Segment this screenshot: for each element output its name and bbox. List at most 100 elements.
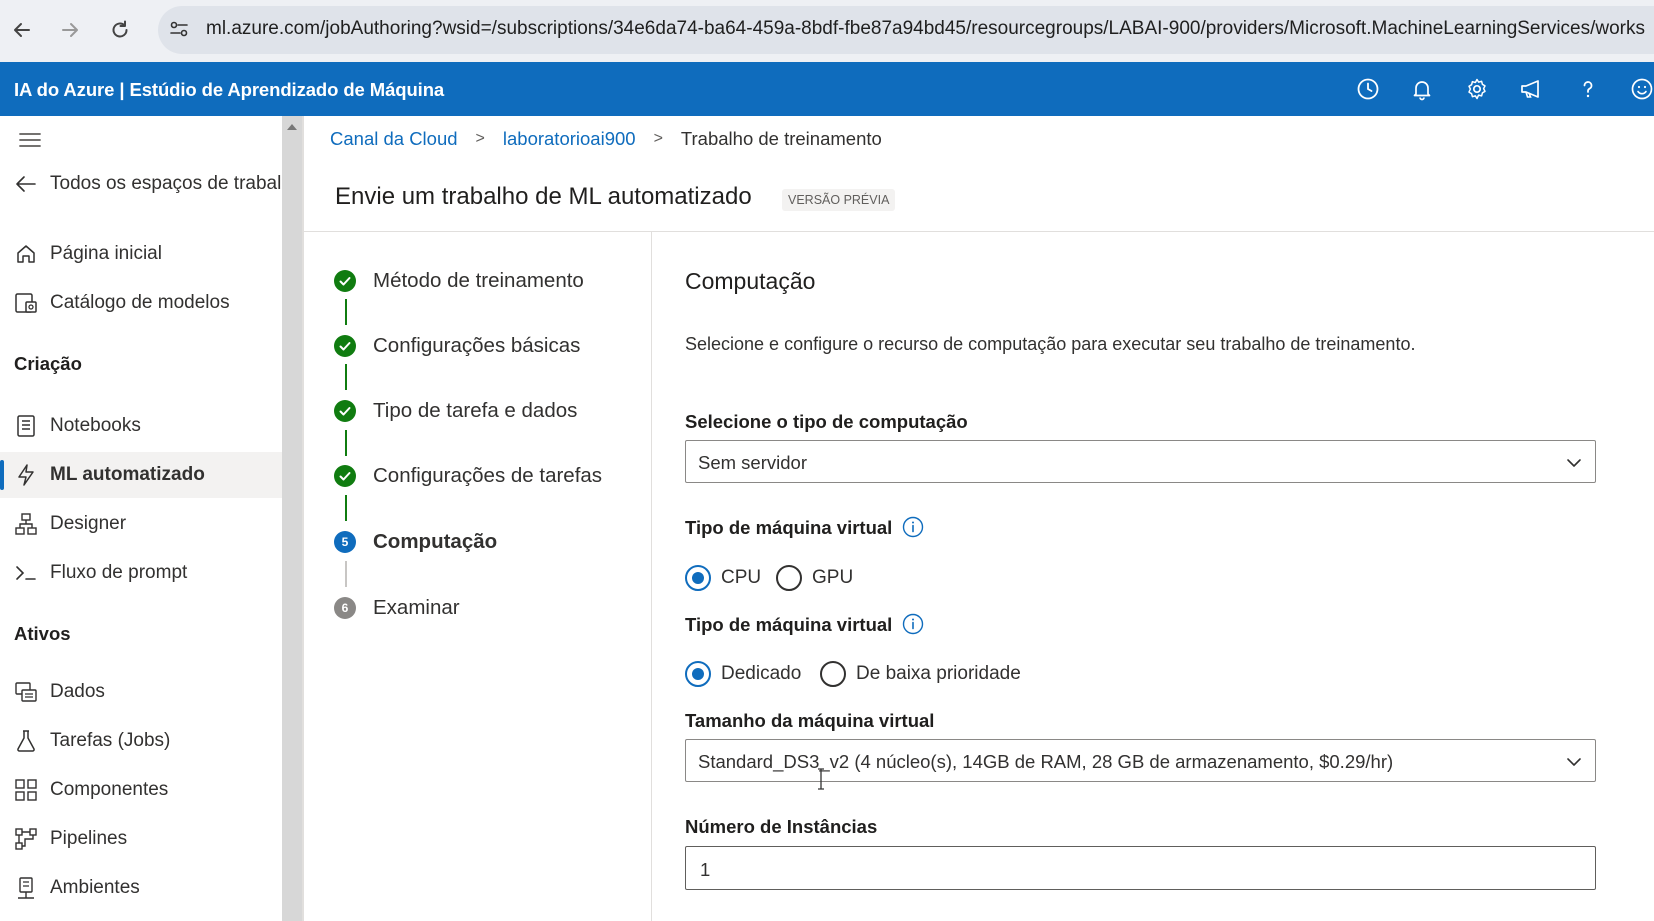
left-nav: Todos os espaços de trabal Página inicia… — [0, 116, 282, 921]
radio-unselected-icon[interactable] — [820, 661, 846, 687]
sidebar-item-notebooks[interactable]: Notebooks — [0, 403, 282, 449]
vm-size-label: Tamanho da máquina virtual — [685, 710, 935, 731]
sidebar-item-pipelines[interactable]: Pipelines — [0, 816, 282, 862]
sidebar-item-home[interactable]: Página inicial — [0, 231, 282, 277]
sidebar-item-components[interactable]: Componentes — [0, 767, 282, 813]
step-connector — [345, 299, 347, 325]
compute-type-label: Selecione o tipo de computação — [685, 411, 968, 432]
radio-selected-icon[interactable] — [685, 565, 711, 591]
environment-icon — [14, 876, 38, 900]
step-label: Configurações básicas — [373, 334, 581, 357]
input-value: 1 — [700, 859, 711, 880]
hamburger-menu-icon[interactable] — [18, 130, 42, 155]
instances-label: Número de Instâncias — [685, 816, 878, 837]
designer-icon — [14, 512, 38, 536]
sidebar-scrollbar[interactable] — [282, 116, 302, 921]
data-icon — [14, 680, 38, 704]
megaphone-icon[interactable] — [1518, 75, 1546, 103]
sidebar-item-label: Dados — [50, 681, 105, 702]
checkmark-icon — [334, 465, 356, 487]
app-header: IA do Azure | Estúdio de Aprendizado de … — [0, 62, 1654, 116]
help-icon[interactable] — [1574, 75, 1602, 103]
sidebar-item-label: Designer — [50, 513, 127, 534]
sidebar-item-model-catalog[interactable]: Catálogo de modelos — [0, 280, 282, 326]
section-description: Selecione e configure o recurso de compu… — [685, 334, 1416, 354]
page-title: Envie um trabalho de ML automatizado — [335, 183, 752, 210]
sidebar-item-environments[interactable]: Ambientes — [0, 865, 282, 911]
sidebar-item-label: Fluxo de prompt — [50, 562, 188, 583]
url-text[interactable]: ml.azure.com/jobAuthoring?wsid=/subscrip… — [206, 18, 1645, 40]
text-cursor-icon — [816, 768, 826, 790]
gear-icon[interactable] — [1463, 75, 1491, 103]
sidebar-item-prompt-flow[interactable]: Fluxo de prompt — [0, 550, 282, 596]
chevron-down-icon — [1565, 454, 1583, 472]
radio-label: GPU — [812, 567, 854, 588]
chevron-down-icon — [1565, 753, 1583, 771]
radio-label: CPU — [721, 567, 762, 588]
sidebar-item-label: Pipelines — [50, 828, 128, 849]
steps-divider — [651, 232, 652, 921]
step-connector — [345, 364, 347, 390]
step-connector — [345, 430, 347, 456]
browser-toolbar: ml.azure.com/jobAuthoring?wsid=/subscrip… — [0, 0, 1654, 62]
step-connector — [345, 561, 347, 587]
radio-unselected-icon[interactable] — [776, 565, 802, 591]
compute-type-dropdown[interactable]: Sem servidor — [685, 440, 1596, 483]
prompt-icon — [14, 561, 38, 585]
radio-label: De baixa prioridade — [856, 663, 1021, 684]
back-arrow-icon — [14, 172, 38, 196]
history-icon[interactable] — [1354, 75, 1382, 103]
step-label: Computação — [373, 530, 498, 553]
sidebar-item-label: Componentes — [50, 779, 169, 800]
breadcrumb: Canal da Cloud > laboratorioai900 > Trab… — [330, 128, 882, 150]
sidebar-item-all-workspaces[interactable]: Todos os espaços de trabal — [0, 161, 282, 207]
info-icon[interactable] — [902, 516, 924, 538]
step-label: Método de treinamento — [373, 269, 584, 292]
scroll-up-arrow-icon[interactable] — [287, 124, 297, 130]
bell-icon[interactable] — [1408, 75, 1436, 103]
checkmark-icon — [334, 335, 356, 357]
info-icon[interactable] — [902, 613, 924, 635]
chevron-right-icon: > — [653, 130, 663, 147]
home-icon — [14, 242, 38, 266]
sidebar-item-label: Catálogo de modelos — [50, 292, 230, 313]
breadcrumb-link-channel[interactable]: Canal da Cloud — [330, 128, 458, 150]
reload-icon[interactable] — [104, 14, 136, 46]
vm-priority-label: Tipo de máquina virtual — [685, 614, 893, 635]
sidebar-section-assets: Ativos — [14, 623, 71, 644]
app-title[interactable]: IA do Azure | Estúdio de Aprendizado de … — [14, 79, 444, 101]
step-number-badge: 6 — [334, 597, 356, 619]
sidebar-item-label: Todos os espaços de trabal — [50, 173, 282, 194]
instances-input[interactable]: 1 — [685, 846, 1596, 890]
automl-icon — [14, 463, 38, 487]
back-arrow-icon[interactable] — [6, 14, 38, 46]
sidebar-section-creation: Criação — [14, 353, 82, 374]
step-label: Configurações de tarefas — [373, 464, 603, 487]
sidebar-item-jobs[interactable]: Tarefas (Jobs) — [0, 718, 282, 764]
vm-type-label: Tipo de máquina virtual — [685, 517, 893, 538]
sidebar-item-label: Ambientes — [50, 877, 140, 898]
dropdown-value: Sem servidor — [698, 452, 807, 473]
radio-selected-icon[interactable] — [685, 661, 711, 687]
dropdown-value: Standard_DS3_v2 (4 núcleo(s), 14GB de RA… — [698, 751, 1394, 772]
step-connector — [345, 495, 347, 521]
sidebar-item-label: Notebooks — [50, 415, 141, 436]
forward-arrow-icon[interactable] — [54, 14, 86, 46]
sidebar-item-data[interactable]: Dados — [0, 669, 282, 715]
breadcrumb-link-workspace[interactable]: laboratorioai900 — [503, 128, 636, 150]
radio-label: Dedicado — [721, 663, 802, 684]
sidebar-item-automl[interactable]: ML automatizado — [0, 452, 282, 498]
sidebar-item-designer[interactable]: Designer — [0, 501, 282, 547]
catalog-icon — [14, 291, 38, 315]
smiley-icon[interactable] — [1628, 75, 1654, 103]
step-number-badge: 5 — [334, 531, 356, 553]
sidebar-item-label: Página inicial — [50, 243, 162, 264]
section-title: Computação — [685, 268, 816, 294]
site-settings-icon[interactable] — [168, 18, 190, 40]
step-label: Tipo de tarefa e dados — [373, 399, 578, 422]
sidebar-divider — [302, 116, 304, 921]
preview-badge: VERSÃO PRÉVIA — [782, 189, 896, 211]
notebook-icon — [14, 414, 38, 438]
breadcrumb-current: Trabalho de treinamento — [680, 128, 882, 149]
title-divider — [304, 231, 1654, 232]
